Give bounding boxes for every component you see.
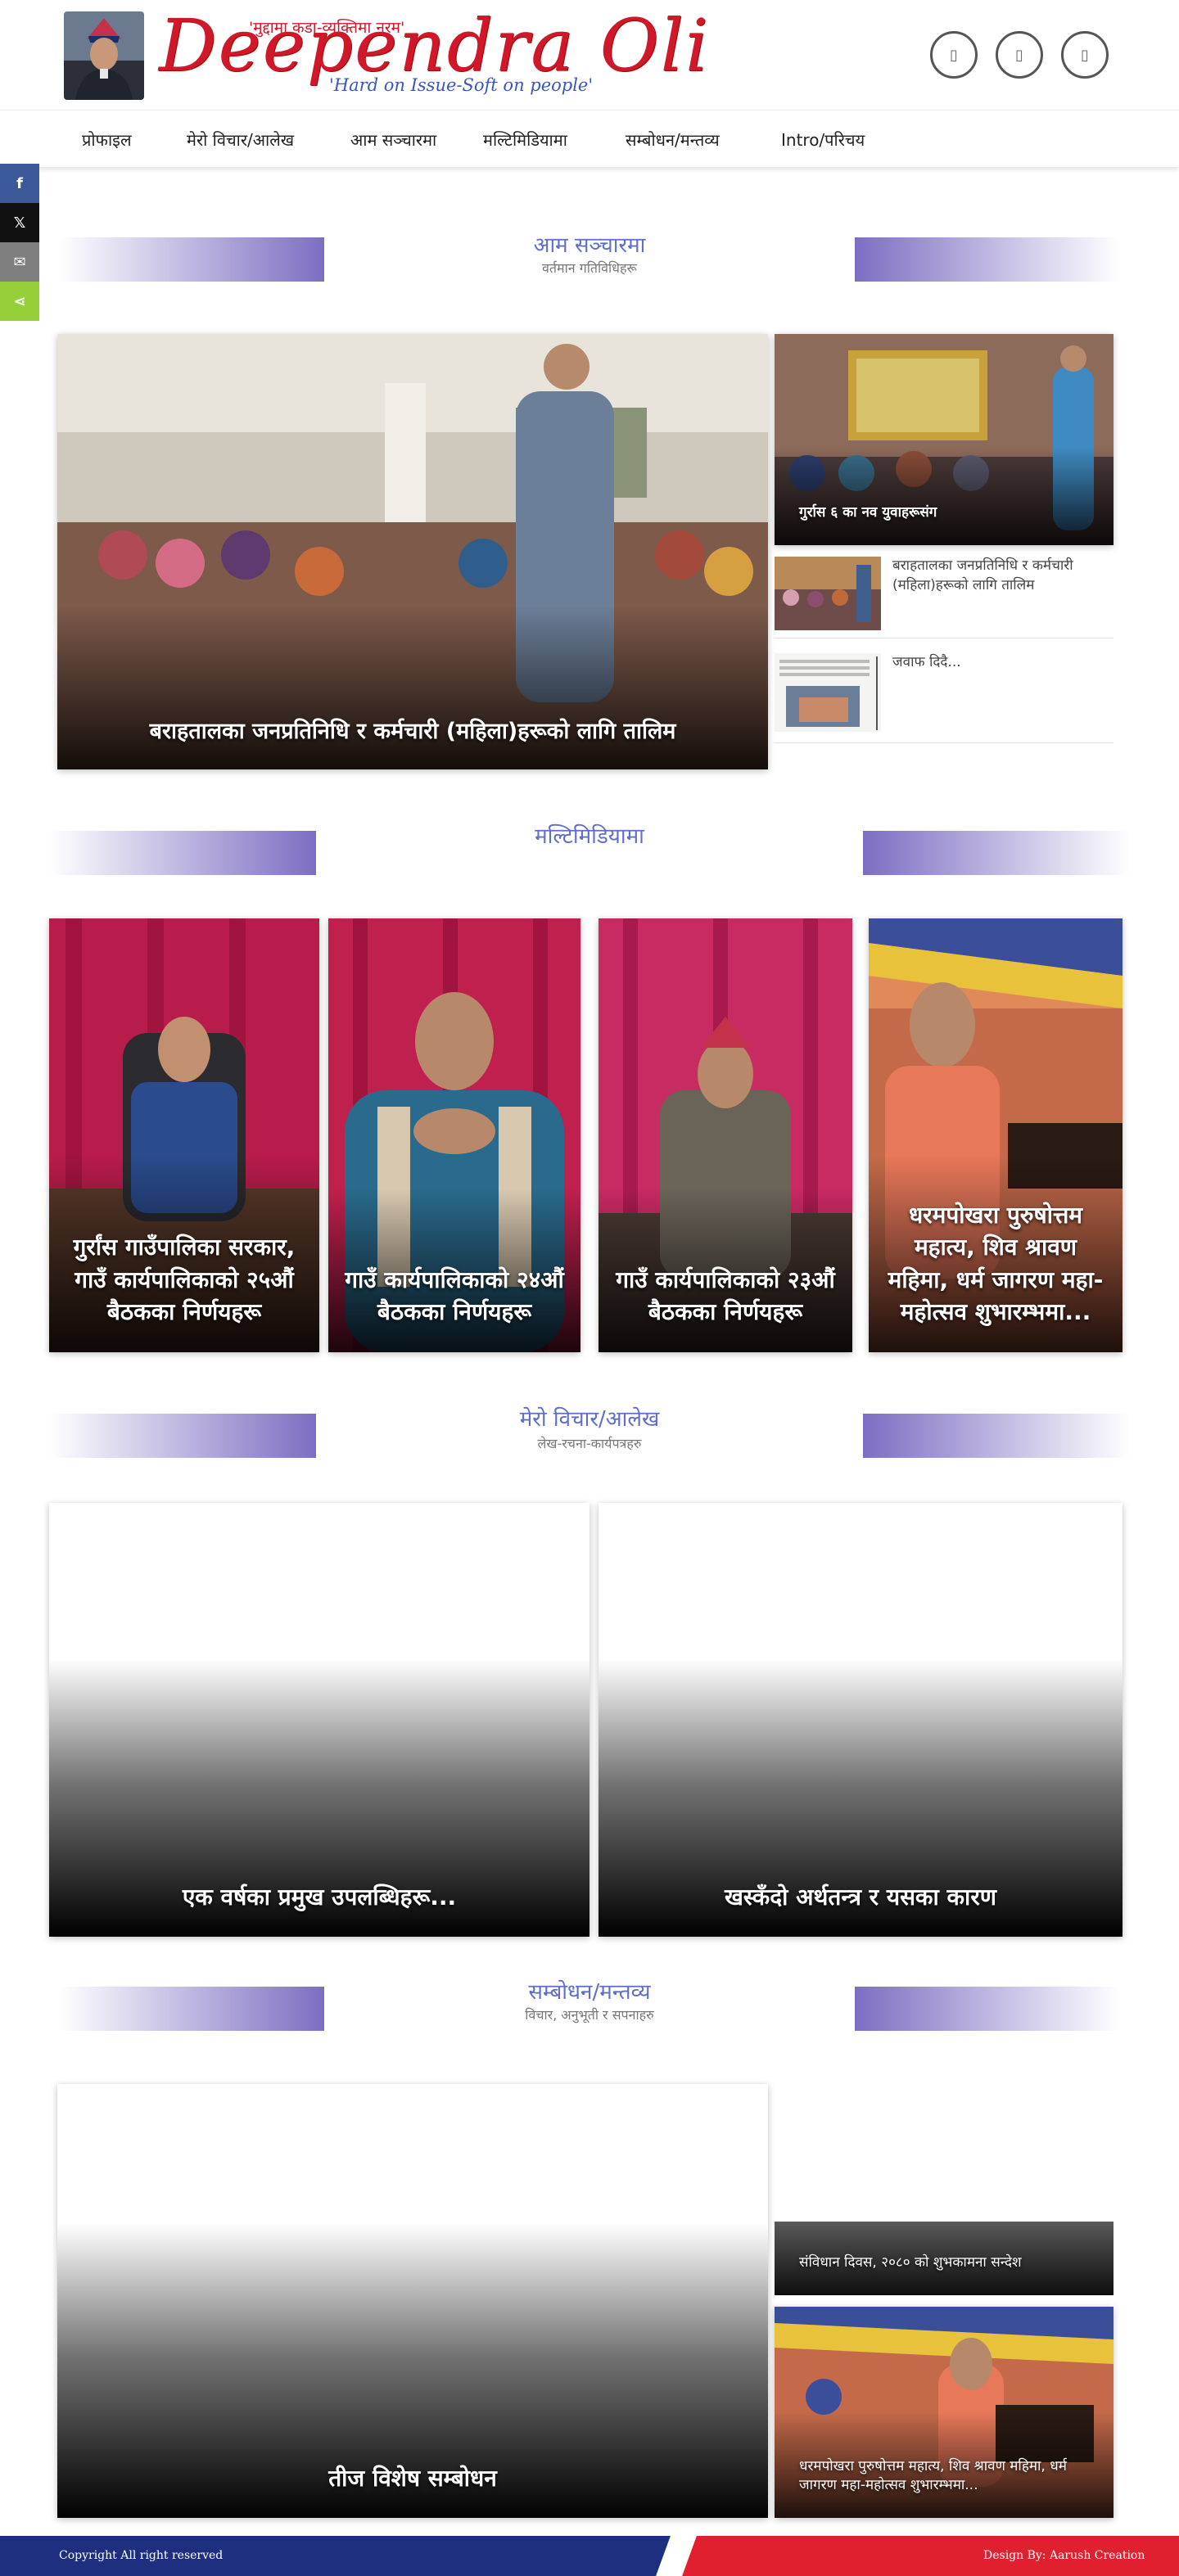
speech-side-card[interactable]: संविधान दिवस, २०८० को शुभकामना सन्देश [775, 2084, 1114, 2295]
speech-side-caption[interactable]: संविधान दिवस, २०८० को शुभकामना सन्देश [799, 2252, 1114, 2271]
speech-featured-card[interactable]: तीज विशेष सम्बोधन [57, 2084, 768, 2518]
article-caption[interactable]: खस्कँदो अर्थतन्त्र र यसका कारण [599, 1881, 1123, 1912]
video-caption[interactable]: धरमपोखरा पुरुषोत्तम महात्य, शिव श्रावण म… [869, 1199, 1123, 1328]
nav-item-opinion[interactable]: मेरो विचार/आलेख [187, 129, 294, 151]
speech-side-card[interactable]: धरमपोखरा पुरुषोत्तम महात्य, शिव श्रावण म… [775, 2307, 1114, 2518]
section-subtitle-speeches: विचार, अनुभूती र सपनाहरु [525, 2007, 654, 2023]
social-icon-3[interactable]: ▯ [1061, 31, 1109, 79]
section-subtitle-mass-media: वर्तमान गतिविधिहरू [542, 260, 637, 276]
video-caption[interactable]: गुर्रांस गाउँपालिका सरकार, गाउँ कार्यपाल… [49, 1231, 319, 1328]
section-subtitle-opinion: लेख-रचना-कार्यपत्रहरु [537, 1436, 642, 1451]
speech-side-caption[interactable]: धरमपोखरा पुरुषोत्तम महात्य, शिव श्रावण म… [799, 2456, 1097, 2493]
side-news-caption[interactable]: गुर्रास ६ का नव युवाहरूसंग [799, 502, 1114, 521]
side-news-card[interactable]: गुर्रास ६ का नव युवाहरूसंग [775, 334, 1114, 545]
featured-news-caption[interactable]: बराहतालका जनप्रतिनिधि र कर्मचारी (महिला)… [57, 715, 768, 745]
facebook-icon: f [16, 174, 23, 192]
section-title-multimedia[interactable]: मल्टिमिडियामा [0, 820, 1179, 850]
avatar [64, 11, 144, 100]
nav-item-profile[interactable]: प्रोफाइल [82, 129, 132, 151]
video-card[interactable]: गाउँ कार्यपालिकाको २३औं बैठकका निर्णयहरू [599, 918, 852, 1352]
social-glyph-icon: ▯ [1015, 46, 1023, 64]
video-card[interactable]: गाउँ कार्यपालिकाको २४औं बैठकका निर्णयहरू [328, 918, 580, 1352]
social-glyph-icon: ▯ [1081, 46, 1089, 64]
site-logo-text[interactable]: Deependra Oli [159, 10, 710, 82]
card-shade [775, 447, 1114, 545]
nav-item-mass-media[interactable]: आम सञ्चारमा [350, 129, 436, 151]
site-footer: Copyright All right reserved Design By: … [0, 2536, 1179, 2576]
nav-item-multimedia[interactable]: मल्टिमिडियामा [483, 129, 567, 151]
section-title-mass-media[interactable]: आम सञ्चारमा [0, 229, 1179, 259]
page: 'मुद्दामा कडा-व्यक्तिमा नरम' Deependra O… [0, 0, 1179, 2576]
social-icon-1[interactable]: ▯ [930, 31, 978, 79]
speech-featured-caption[interactable]: तीज विशेष सम्बोधन [57, 2462, 768, 2493]
news-list-title[interactable]: बराहतालका जनप्रतिनिधि र कर्मचारी (महिला)… [892, 557, 1114, 596]
nav-item-intro[interactable]: Intro/परिचय [781, 129, 865, 151]
featured-news-card[interactable]: बराहतालका जनप्रतिनिधि र कर्मचारी (महिला)… [57, 334, 768, 769]
card-shade [57, 606, 768, 769]
news-list-item[interactable]: जवाफ दिदै... [775, 653, 1114, 743]
news-thumbnail [775, 653, 881, 732]
social-icon-2[interactable]: ▯ [996, 31, 1043, 79]
video-card[interactable]: गुर्रांस गाउँपालिका सरकार, गाउँ कार्यपाल… [49, 918, 319, 1352]
article-card[interactable]: एक वर्षका प्रमुख उपलब्धिहरू... [49, 1503, 590, 1937]
footer-credit[interactable]: Design By: Aarush Creation [983, 2549, 1145, 2562]
video-caption[interactable]: गाउँ कार्यपालिकाको २३औं बैठकका निर्णयहरू [599, 1264, 852, 1328]
social-glyph-icon: ▯ [950, 46, 958, 64]
news-thumbnail [775, 557, 881, 630]
section-title-speeches[interactable]: सम्बोधन/मन्तव्य [0, 1976, 1179, 2005]
nav-item-speeches[interactable]: सम्बोधन/मन्तव्य [626, 129, 720, 151]
facebook-share-button[interactable]: f [0, 164, 39, 203]
video-card[interactable]: धरमपोखरा पुरुषोत्तम महात्य, शिव श्रावण म… [869, 918, 1123, 1352]
main-nav: प्रोफाइल मेरो विचार/आलेख आम सञ्चारमा मल्… [0, 110, 1179, 167]
news-list-title[interactable]: जवाफ दिदै... [892, 653, 1114, 673]
section-title-opinion[interactable]: मेरो विचार/आलेख [0, 1403, 1179, 1432]
footer-copyright: Copyright All right reserved [59, 2549, 224, 2562]
site-header: 'मुद्दामा कडा-व्यक्तिमा नरम' Deependra O… [0, 0, 1179, 110]
article-card[interactable]: खस्कँदो अर्थतन्त्र र यसका कारण [599, 1503, 1123, 1937]
share-icon: ⋖ [13, 292, 26, 310]
article-caption[interactable]: एक वर्षका प्रमुख उपलब्धिहरू... [49, 1881, 590, 1912]
tagline-english: 'Hard on Issue-Soft on people' [329, 75, 594, 95]
more-share-button[interactable]: ⋖ [0, 282, 39, 321]
news-list-item[interactable]: बराहतालका जनप्रतिनिधि र कर्मचारी (महिला)… [775, 557, 1114, 638]
video-caption[interactable]: गाउँ कार्यपालिकाको २४औं बैठकका निर्णयहरू [328, 1264, 580, 1328]
